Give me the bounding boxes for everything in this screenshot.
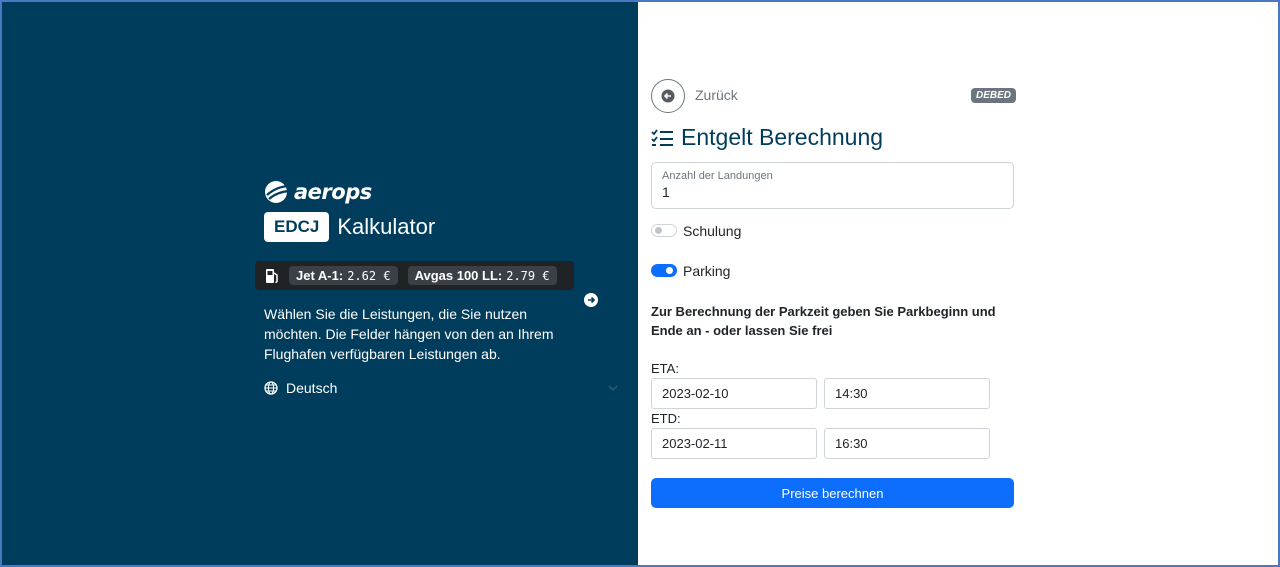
back-label[interactable]: Zurück [695,87,738,103]
aerops-logo-icon [265,181,290,203]
brand-name: aerops [294,180,372,204]
fuel-price: 2.62 € [347,268,391,283]
checklist-icon [651,128,673,146]
parking-info-text: Zur Berechnung der Parkzeit geben Sie Pa… [651,304,996,338]
parking-toggle[interactable] [651,264,677,277]
calculate-prices-button[interactable]: Preise berechnen [651,478,1014,508]
landings-label: Anzahl der Landungen [662,170,773,182]
fuel-label: Avgas 100 LL: [414,268,503,283]
etd-date-input[interactable]: 2023-02-11 [651,428,817,459]
form-heading: Entgelt Berechnung [651,124,883,151]
fuel-chip-jet-a1: Jet A-1: 2.62 € [289,266,398,285]
language-select[interactable]: Deutsch [264,380,618,396]
chevron-down-icon [608,385,618,391]
toggle-knob [655,227,662,234]
back-button[interactable] [651,79,685,113]
toggle-knob [666,267,673,274]
parking-label[interactable]: Parking [683,263,730,279]
intro-text: Wählen Sie die Leistungen, die Sie nutze… [264,306,554,362]
arrow-left-circle-icon [661,89,675,103]
landings-input[interactable]: Anzahl der Landungen 1 [651,162,1014,209]
fuel-pump-icon [266,268,278,283]
fuel-label: Jet A-1: [296,268,344,283]
eta-label: ETA: [651,361,679,376]
eta-date-input[interactable]: 2023-02-10 [651,378,817,409]
fuel-prices-bar: Jet A-1: 2.62 € Avgas 100 LL: 2.79 € [255,261,574,290]
arrow-right-circle-icon[interactable] [584,293,598,307]
etd-time-input[interactable]: 16:30 [824,428,990,459]
training-toggle[interactable] [651,224,677,237]
fuel-chip-avgas: Avgas 100 LL: 2.79 € [407,266,557,285]
status-badge: DEBED [971,88,1017,103]
fuel-price: 2.79 € [506,268,550,283]
etd-label: ETD: [651,411,681,426]
landings-value[interactable]: 1 [662,184,1003,200]
training-label[interactable]: Schulung [683,223,741,239]
language-selected: Deutsch [286,380,338,396]
globe-icon [264,381,278,395]
app-title: Kalkulator [337,214,436,239]
info-panel: aerops EDCJ Kalkulator Jet A-1: 2.62 € A… [0,0,638,567]
eta-time-input[interactable]: 14:30 [824,378,990,409]
brand-logo: aerops [264,180,372,204]
form-heading-text: Entgelt Berechnung [681,124,884,150]
airport-code-badge: EDCJ [264,212,330,242]
page-title: EDCJ Kalkulator [264,212,435,242]
